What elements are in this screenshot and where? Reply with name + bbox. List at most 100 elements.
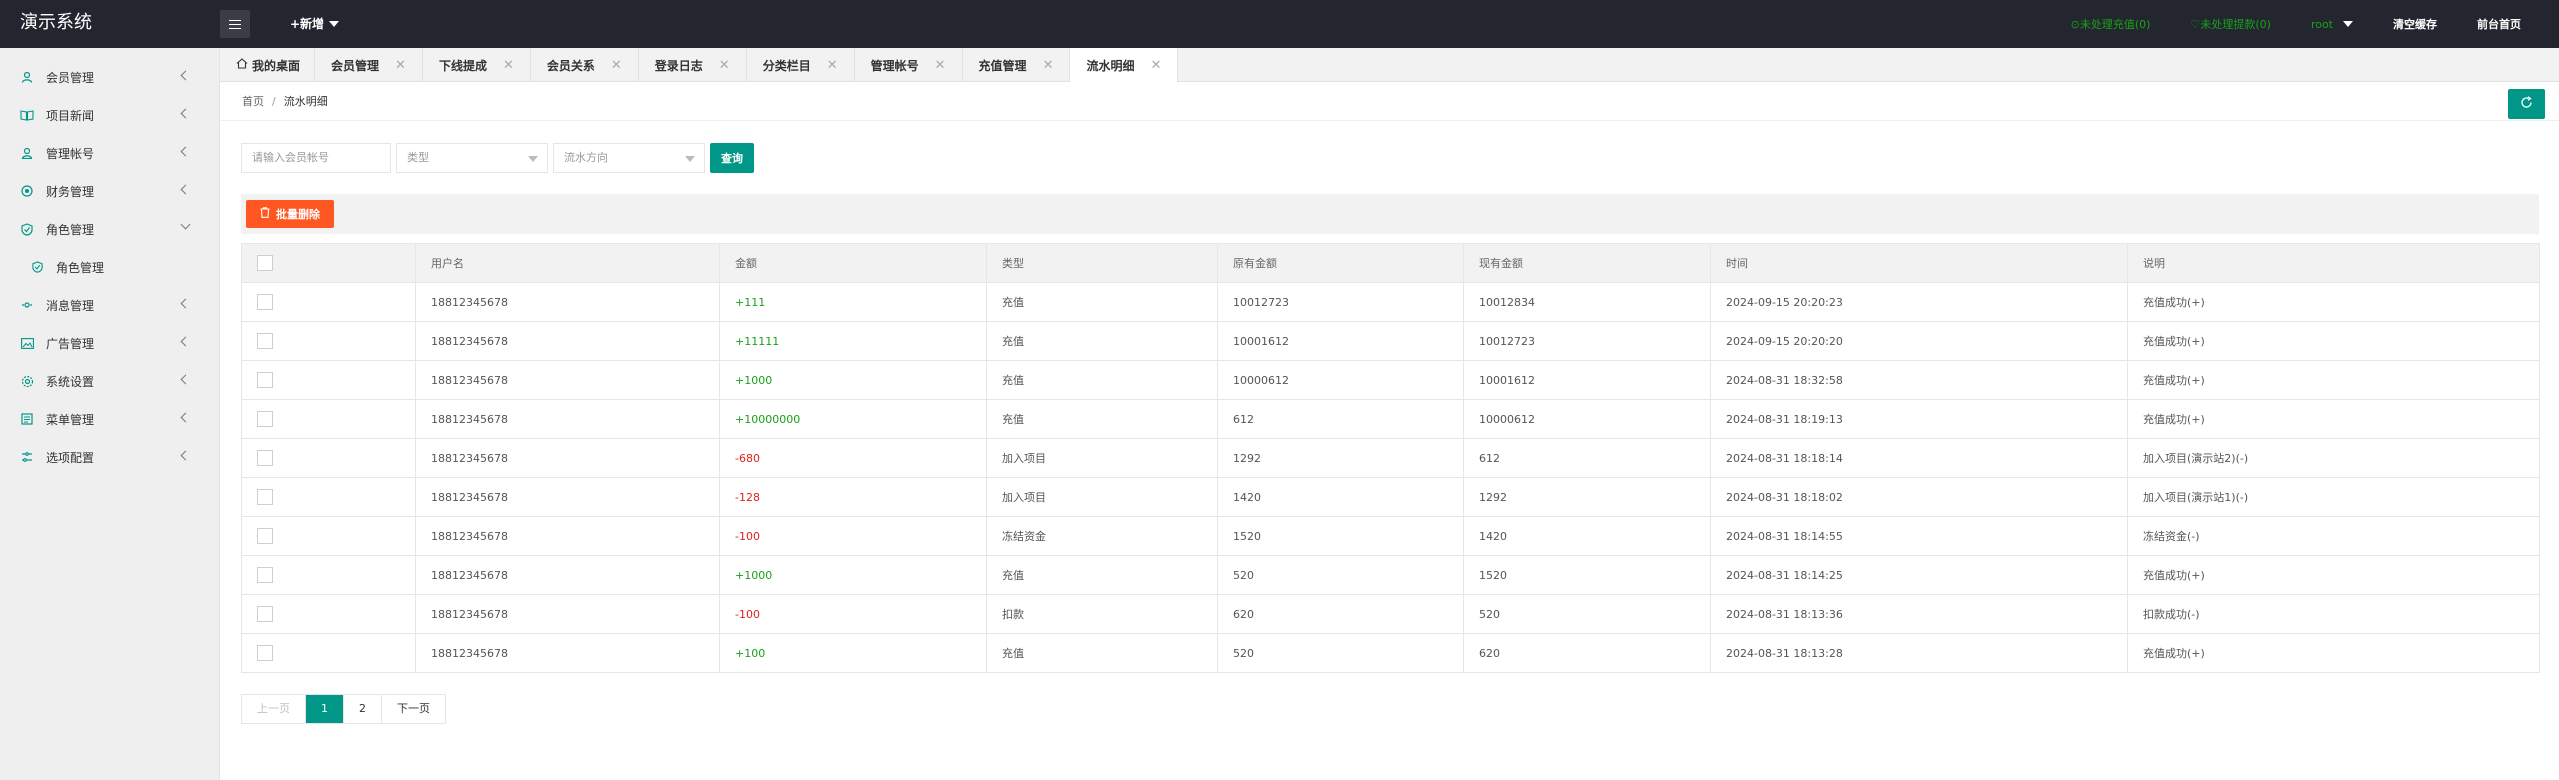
tab-label: 登录日志 [654,58,703,73]
cell-before: 612 [1217,399,1464,439]
sidebar-item-admin-accounts[interactable]: 管理帐号 [0,134,219,172]
tab-members[interactable]: 会员管理 ✕ [315,48,423,82]
header-right: ⊙未处理充值(0) ♡未处理提款(0) root 清空缓存 前台首页 [2051,0,2559,48]
cell-user: 18812345678 [415,633,720,673]
sidebar-item-menus[interactable]: 菜单管理 [0,400,219,438]
chevron-left-icon [180,336,191,347]
chevron-left-icon [180,108,191,119]
prev-page-button[interactable]: 上一页 [242,695,306,723]
sidebar-item-members[interactable]: 会员管理 [0,58,219,96]
row-checkbox[interactable] [257,372,273,388]
close-icon[interactable]: ✕ [719,58,730,73]
sidebar-item-label: 财务管理 [46,184,95,199]
tab-categories[interactable]: 分类栏目 ✕ [747,48,855,82]
sidebar-item-roles[interactable]: 角色管理 [0,210,219,248]
sidebar-item-ads[interactable]: 广告管理 [0,324,219,362]
row-checkbox[interactable] [257,645,273,661]
batch-delete-button[interactable]: 批量删除 [246,200,334,228]
cell-after: 10000612 [1463,399,1711,439]
cell-before: 10000612 [1217,360,1464,400]
close-icon[interactable]: ✕ [611,58,622,73]
clear-cache-link[interactable]: 清空缓存 [2373,0,2457,48]
tab-desktop[interactable]: 我的桌面 [220,48,316,82]
row-checkbox[interactable] [257,411,273,427]
row-checkbox[interactable] [257,567,273,583]
column-header: 现有金额 [1463,243,1711,283]
type-select[interactable]: 类型 [396,143,548,173]
tab-admin-accounts[interactable]: 管理帐号 ✕ [855,48,963,82]
sidebar-item-options[interactable]: 选项配置 [0,438,219,476]
cell-time: 2024-08-31 18:32:58 [1710,360,2128,400]
transactions-table: 用户名 金额 类型 原有金额 现有金额 时间 说明 18812345678 +11… [241,243,2540,673]
breadcrumb-current: 流水明细 [283,95,328,108]
cell-user: 18812345678 [415,321,720,361]
app-logo[interactable]: 演示系统 [20,0,92,48]
sidebar-item-label: 选项配置 [46,450,95,465]
tab-recharge[interactable]: 充值管理 ✕ [963,48,1071,82]
tab-label: 我的桌面 [252,58,301,73]
sidebar-item-messages[interactable]: 消息管理 [0,286,219,324]
breadcrumb-home[interactable]: 首页 [242,95,264,108]
sidebar-item-finance[interactable]: 财务管理 [0,172,219,210]
column-header: 时间 [1710,243,2128,283]
sidebar-item-news[interactable]: 项目新闻 [0,96,219,134]
row-checkbox[interactable] [257,294,273,310]
cell-after: 1520 [1463,555,1711,595]
direction-select[interactable]: 流水方向 [553,143,705,173]
cell-amount: +1000 [719,555,987,595]
tab-relations[interactable]: 会员关系 ✕ [531,48,639,82]
add-new-menu[interactable]: +新增 [290,0,340,48]
tab-label: 分类栏目 [762,58,811,73]
pagination: 上一页 1 2 下一页 [241,694,446,724]
close-icon[interactable]: ✕ [827,58,838,73]
close-icon[interactable]: ✕ [1150,58,1161,73]
table-row: 18812345678 -128 加入项目 1420 1292 2024-08-31 18… [241,477,2540,517]
breadcrumb-bar: 首页 / 流水明细 [220,83,2559,121]
tab-login-log[interactable]: 登录日志 ✕ [639,48,747,82]
tab-bar: 我的桌面 会员管理 ✕ 下线提成 ✕ 会员关系 ✕ 登录日志 ✕ 分类栏目 ✕ 管理帐号 ✕… [220,48,2559,83]
cell-user: 18812345678 [415,399,720,439]
sidebar-item-settings[interactable]: 系统设置 [0,362,219,400]
close-icon[interactable]: ✕ [1043,58,1054,73]
account-search-input[interactable]: 请输入会员帐号 [241,143,391,173]
cell-time: 2024-08-31 18:14:55 [1710,516,2128,556]
cell-before: 10012723 [1217,282,1464,322]
pending-withdraw-link[interactable]: ♡未处理提款(0) [2170,0,2290,48]
cell-type: 充值 [986,321,1218,361]
frontend-home-link[interactable]: 前台首页 [2457,0,2559,48]
tab-label: 会员关系 [546,58,595,73]
row-checkbox[interactable] [257,606,273,622]
cell-time: 2024-08-31 18:13:36 [1710,594,2128,634]
cell-amount: -100 [719,516,987,556]
user-menu[interactable]: root [2291,0,2373,48]
row-checkbox[interactable] [257,489,273,505]
next-page-button[interactable]: 下一页 [382,695,445,723]
tab-commission[interactable]: 下线提成 ✕ [423,48,531,82]
menu-toggle-button[interactable] [220,10,250,38]
cell-amount: -100 [719,594,987,634]
close-icon[interactable]: ✕ [503,58,514,73]
row-checkbox[interactable] [257,333,273,349]
sidebar-item-label: 角色管理 [46,222,95,237]
cell-amount: +1000 [719,360,987,400]
cell-user: 18812345678 [415,360,720,400]
sidebar-item-label: 管理帐号 [46,146,95,161]
cell-after: 10012834 [1463,282,1711,322]
page-button-1[interactable]: 1 [306,695,344,723]
row-checkbox[interactable] [257,528,273,544]
tab-transactions[interactable]: 流水明细 ✕ [1070,48,1179,83]
row-checkbox[interactable] [257,450,273,466]
select-all-checkbox[interactable] [257,255,273,271]
query-button[interactable]: 查询 [710,143,754,173]
page-button-2[interactable]: 2 [344,695,382,723]
close-icon[interactable]: ✕ [395,58,406,73]
home-icon [236,58,248,72]
cell-note: 加入项目(演示站2)(-) [2127,438,2540,478]
shield-icon [30,260,44,274]
cell-time: 2024-08-31 18:13:28 [1710,633,2128,673]
sidebar-subitem-roles[interactable]: 角色管理 [0,248,219,286]
refresh-icon [2520,96,2533,112]
pending-recharge-link[interactable]: ⊙未处理充值(0) [2051,0,2171,48]
refresh-button[interactable] [2508,89,2545,119]
close-icon[interactable]: ✕ [935,58,946,73]
